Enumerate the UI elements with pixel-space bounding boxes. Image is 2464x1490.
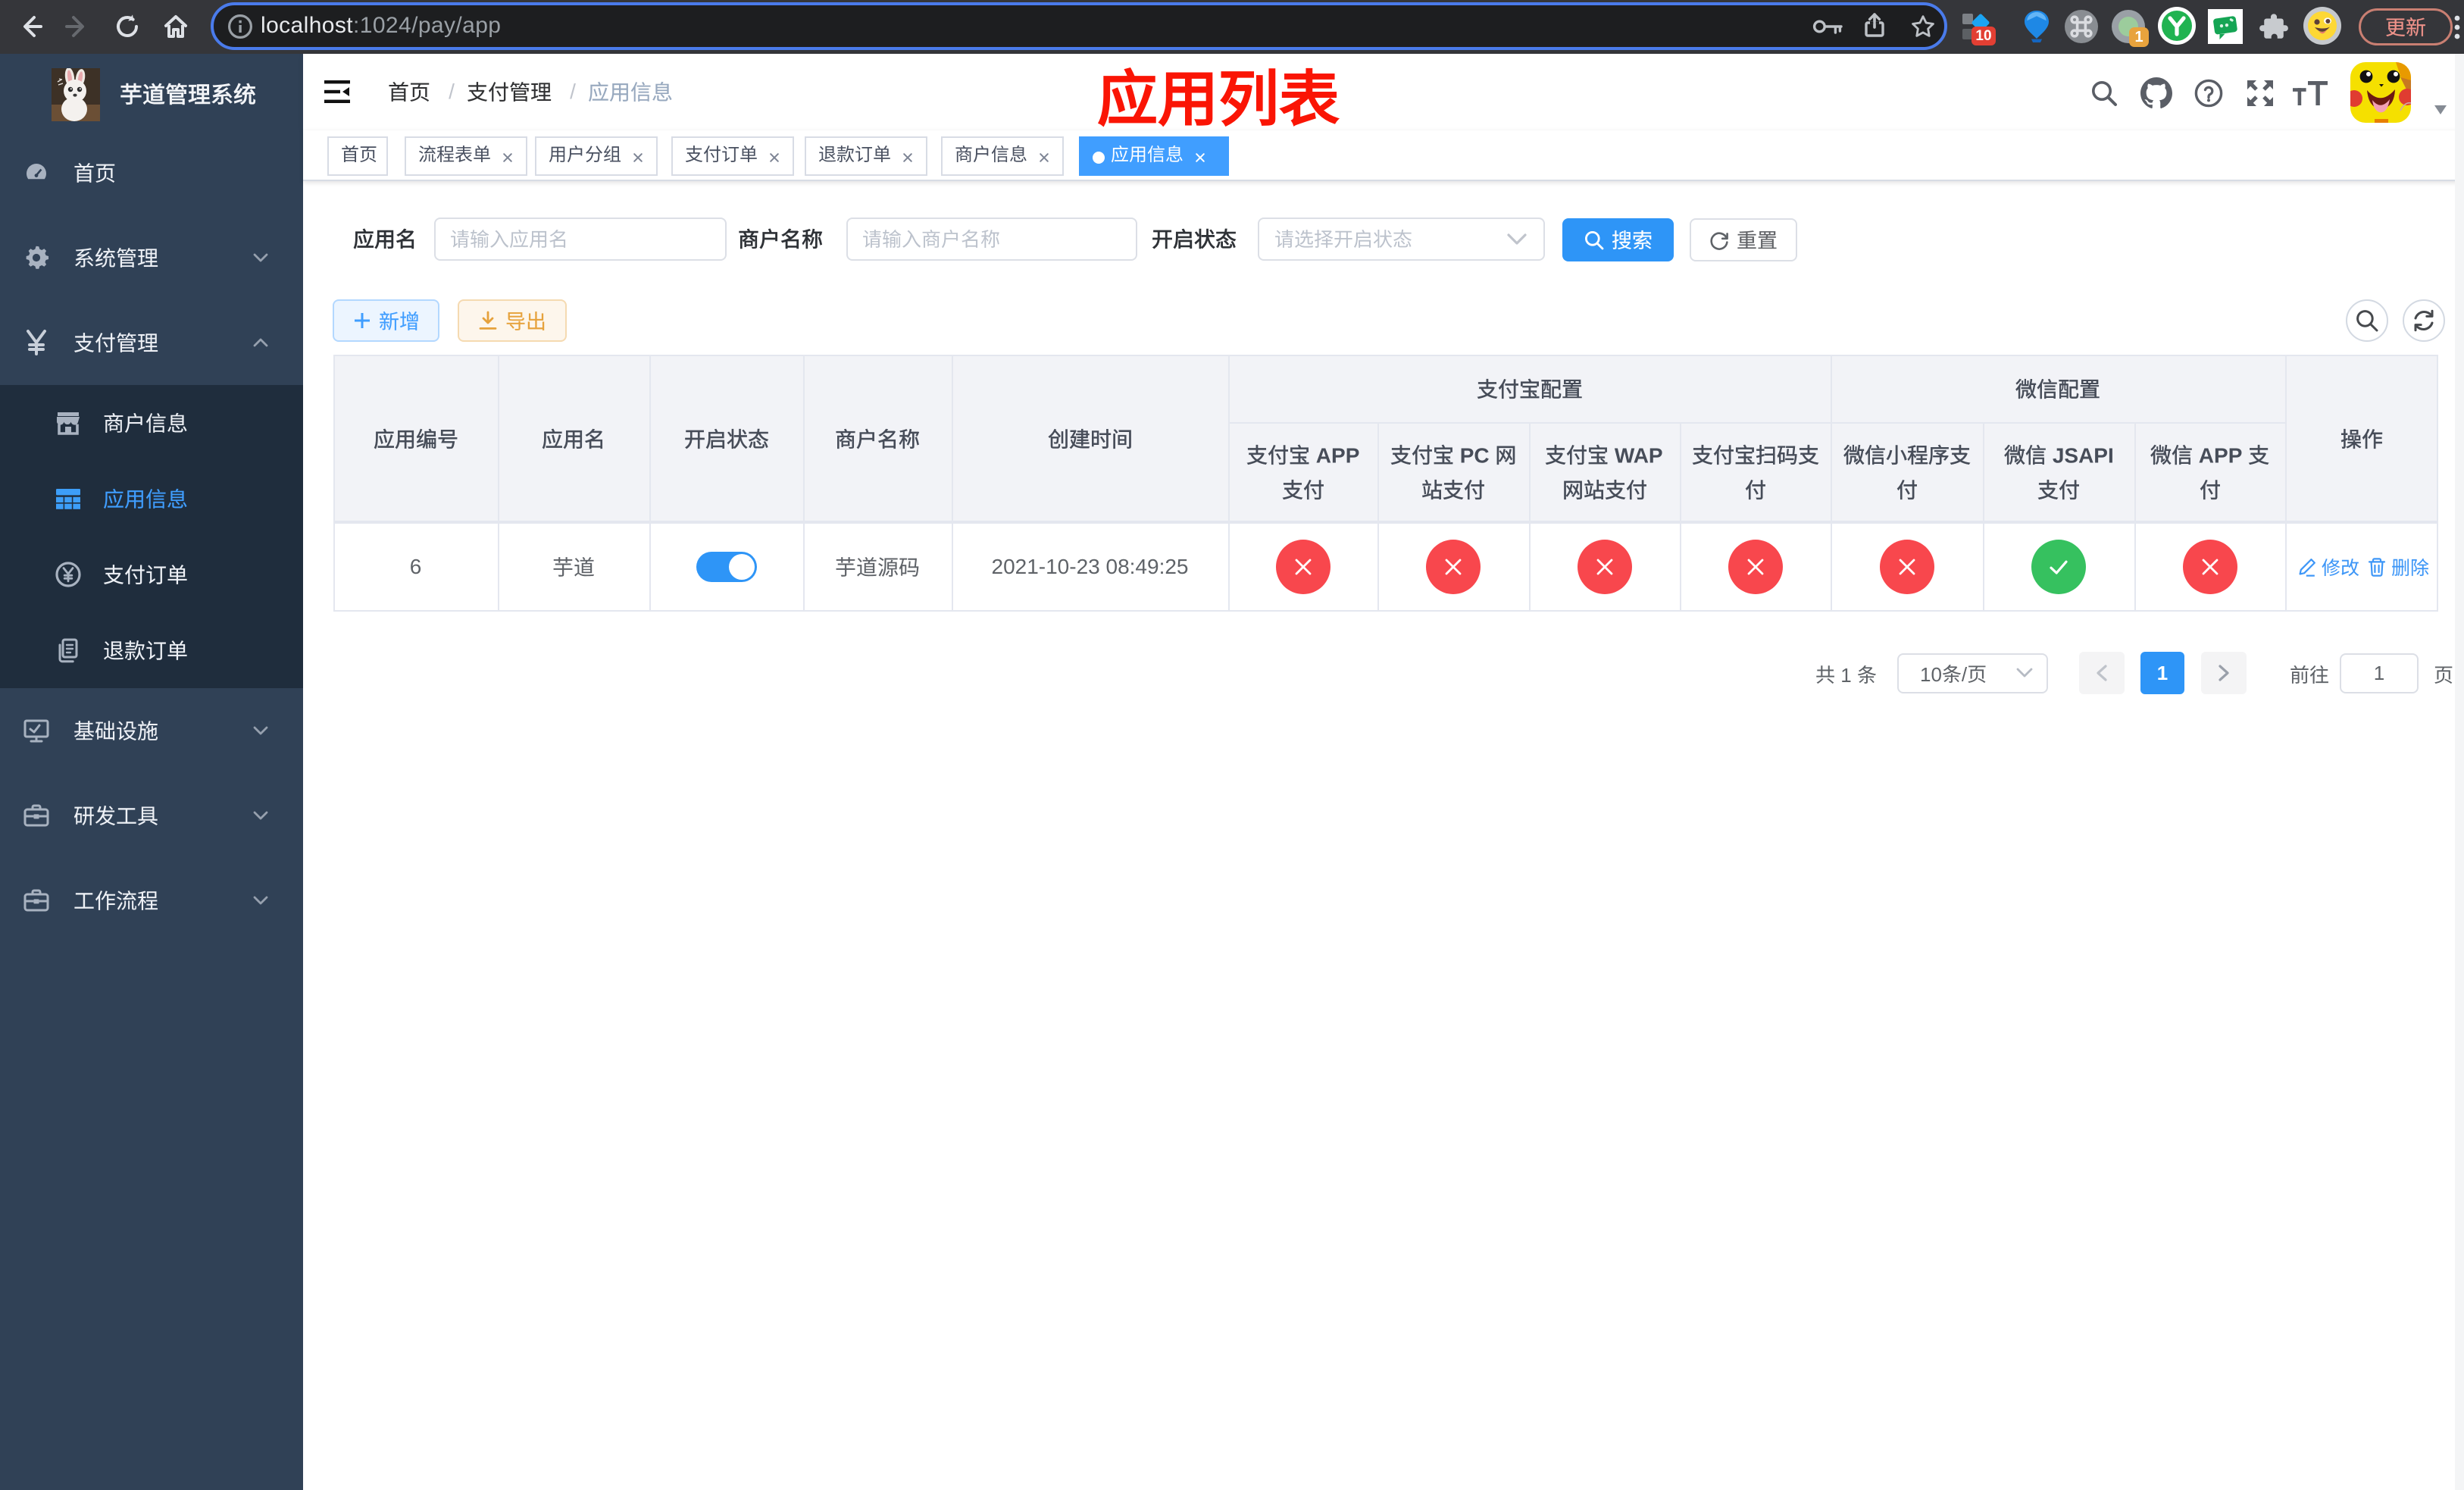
svg-text:1: 1 [1840,665,1851,684]
svg-text:10: 10 [1920,664,1942,684]
svg-text:APP: APP [1316,444,1360,465]
svg-text:JSAPI: JSAPI [2052,444,2113,465]
svg-text:WAP: WAP [1615,444,1663,465]
svg-text:/: / [1962,664,1968,684]
svg-text:APP: APP [2199,444,2243,465]
svg-text:PC: PC [1460,444,1490,465]
